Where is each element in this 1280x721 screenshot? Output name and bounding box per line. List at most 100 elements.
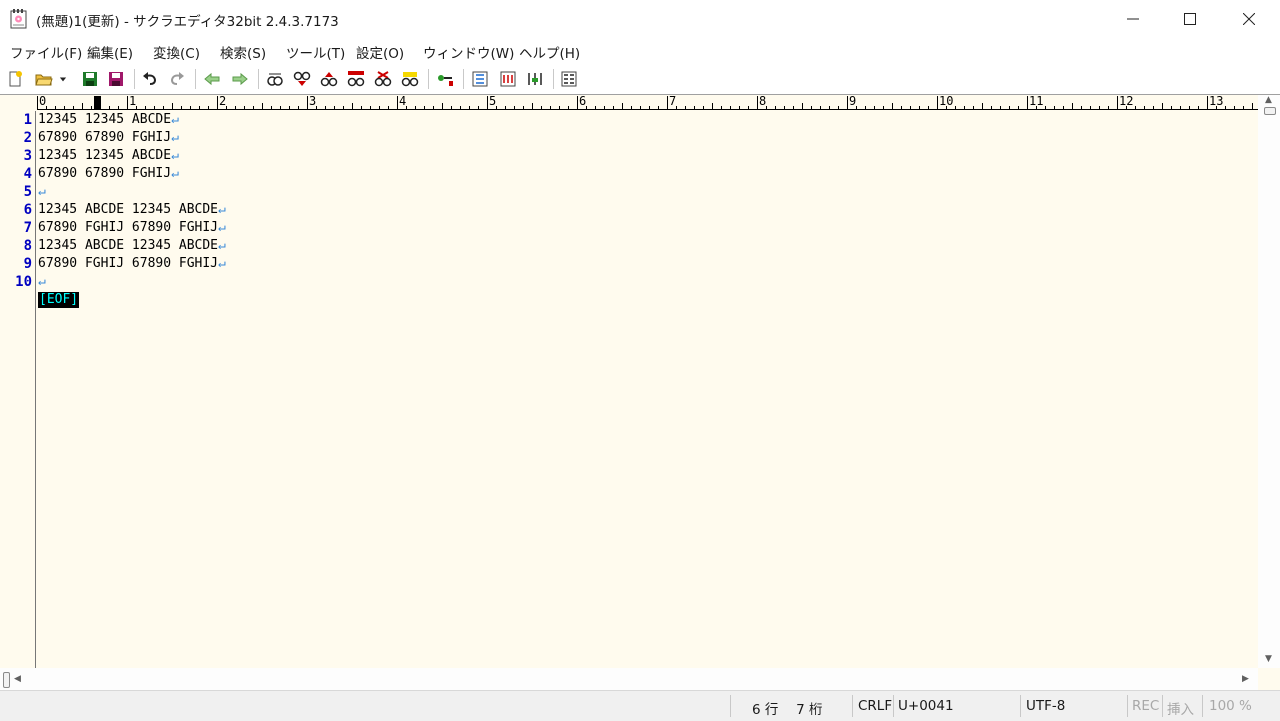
close-button[interactable]: [1220, 0, 1278, 38]
ruler-tick: [532, 103, 533, 109]
format-button[interactable]: [497, 68, 519, 90]
editor[interactable]: 0 1 2 3 4 5 6 7 8 9 10 11 12 13 1 2 3 4 5 6 7 8 9 10 …: [0, 94, 1280, 691]
vertical-scroll-thumb[interactable]: [1264, 107, 1276, 115]
new-file-icon: [9, 71, 22, 87]
open-folder-icon: [35, 74, 53, 86]
settings-list-icon: [561, 71, 577, 87]
undo-icon: [143, 72, 157, 85]
find-button[interactable]: [264, 68, 286, 90]
forward-button[interactable]: [229, 68, 251, 90]
find-grep-button[interactable]: [345, 68, 367, 90]
line-text: 67890 67890 FGHIJ: [38, 166, 172, 181]
ruler-tick: [298, 106, 299, 109]
horizontal-scrollbar[interactable]: ◀ ▶: [0, 668, 1258, 690]
ruler-tick: [640, 106, 641, 109]
text-line: 67890 67890 FGHIJ↵: [38, 165, 179, 183]
minimize-button[interactable]: [1104, 0, 1162, 38]
ruler-label: 8: [759, 94, 767, 108]
ruler-tick: [1207, 96, 1208, 109]
ruler-tick: [595, 106, 596, 109]
menu-tools[interactable]: ツール(T): [286, 42, 345, 62]
back-button[interactable]: [201, 68, 223, 90]
outline-button[interactable]: [434, 68, 456, 90]
find-highlight-button[interactable]: [399, 68, 421, 90]
ruler-tick: [460, 106, 461, 109]
ruler-tick: [1135, 106, 1136, 109]
find-up-button[interactable]: [318, 68, 340, 90]
toolbar-separator: [463, 69, 464, 89]
text-line: 67890 67890 FGHIJ↵: [38, 129, 179, 147]
ruler-tick: [721, 106, 722, 109]
text-line: 67890 FGHIJ 67890 FGHIJ↵: [38, 219, 226, 237]
scroll-left-icon[interactable]: ◀: [14, 674, 21, 684]
eol-type[interactable]: CRLF: [858, 698, 892, 714]
text-line: ↵: [38, 273, 46, 291]
ruler-tick: [262, 103, 263, 109]
menu-convert[interactable]: 変換(C): [153, 42, 200, 62]
ruler-label: 13: [1209, 94, 1224, 108]
ruler-tick: [631, 106, 632, 109]
save-button[interactable]: [79, 68, 101, 90]
ruler-tick: [379, 106, 380, 109]
ruler-tick: [1189, 106, 1190, 109]
text-line: 12345 12345 ABCDE↵: [38, 111, 179, 129]
ruler-tick: [685, 106, 686, 109]
menu-search[interactable]: 検索(S): [220, 42, 266, 62]
ruler-tick: [1054, 106, 1055, 109]
text-line: 12345 12345 ABCDE↵: [38, 147, 179, 165]
ruler-tick: [811, 106, 812, 109]
ruler-tick: [82, 103, 83, 109]
window-title: (無題)1(更新) - サクラエディタ32bit 2.4.3.7173: [36, 14, 339, 30]
ruler-tick: [865, 106, 866, 109]
ruler-label: 4: [399, 94, 407, 108]
menu-settings[interactable]: 設定(O): [356, 42, 404, 62]
ruler-tick: [1162, 103, 1163, 109]
ruler-tick: [847, 96, 848, 109]
save-all-button[interactable]: [105, 68, 127, 90]
ruler-tick: [1009, 106, 1010, 109]
open-button[interactable]: [33, 68, 55, 90]
find-down-button[interactable]: [291, 68, 313, 90]
open-dropdown-button[interactable]: [56, 68, 70, 90]
settings-list-button[interactable]: [558, 68, 580, 90]
scroll-up-icon[interactable]: ▲: [1265, 95, 1272, 105]
status-separator: [1202, 695, 1203, 717]
ruler-tick: [658, 106, 659, 109]
ruler-tick: [1144, 106, 1145, 109]
menu-edit[interactable]: 編集(E): [87, 42, 133, 62]
ruler-tick: [523, 106, 524, 109]
encoding[interactable]: UTF-8: [1026, 698, 1065, 714]
maximize-button[interactable]: [1161, 0, 1219, 38]
ruler-tick: [334, 106, 335, 109]
text-line: 12345 ABCDE 12345 ABCDE↵: [38, 237, 226, 255]
scroll-down-icon[interactable]: ▼: [1265, 654, 1272, 664]
ruler-tick: [514, 106, 515, 109]
vertical-scrollbar[interactable]: ▲ ▼: [1258, 95, 1280, 668]
sakura-notepad-icon[interactable]: [10, 9, 27, 29]
ruler-tick: [550, 106, 551, 109]
ruler-tick: [757, 96, 758, 109]
menu-file[interactable]: ファイル(F): [10, 42, 82, 62]
ruler-tick: [487, 96, 488, 109]
ruler-tick: [1045, 106, 1046, 109]
ruler-tick: [1099, 106, 1100, 109]
scroll-right-icon[interactable]: ▶: [1242, 674, 1249, 684]
find-clear-button[interactable]: [372, 68, 394, 90]
compare-button[interactable]: [469, 68, 491, 90]
menu-window[interactable]: ウィンドウ(W): [423, 42, 514, 62]
status-separator: [730, 695, 731, 717]
line-number: 5: [23, 184, 32, 200]
char-codepoint: U+0041: [898, 698, 954, 714]
ruler-tick: [109, 106, 110, 109]
ruler-tick: [937, 96, 938, 109]
redo-button[interactable]: [166, 68, 188, 90]
ruler-tick: [838, 106, 839, 109]
menu-help[interactable]: ヘルプ(H): [519, 42, 580, 62]
new-file-button[interactable]: [4, 68, 26, 90]
ruler-tick: [541, 106, 542, 109]
undo-button[interactable]: [139, 68, 161, 90]
ruler-tick: [694, 106, 695, 109]
tag-jump-button[interactable]: [524, 68, 546, 90]
menu-bar: ファイル(F) 編集(E) 変換(C) 検索(S) ツール(T) 設定(O) ウ…: [0, 38, 1280, 64]
horizontal-scroll-thumb[interactable]: [3, 672, 10, 688]
